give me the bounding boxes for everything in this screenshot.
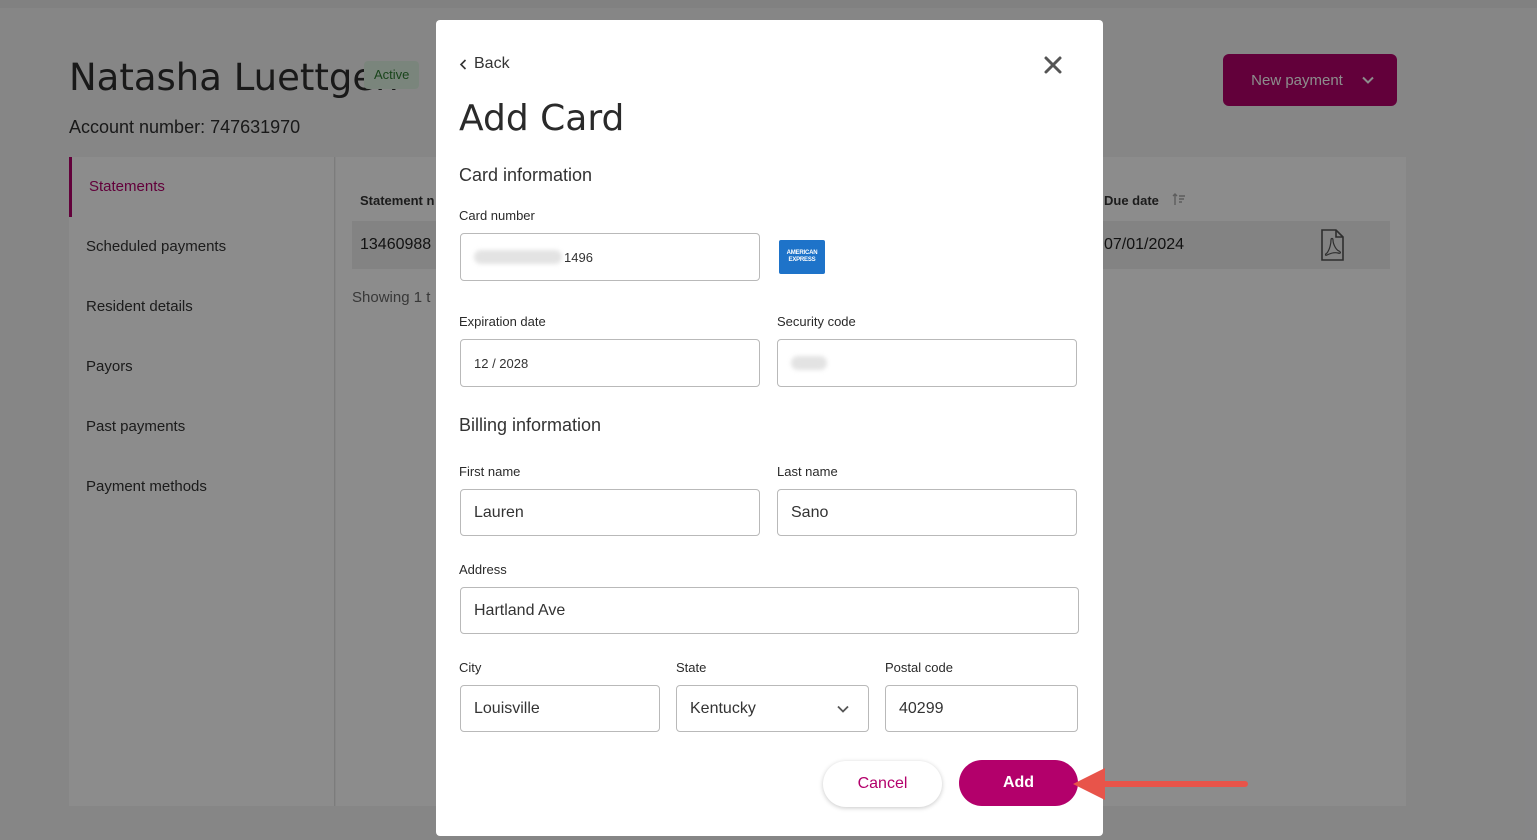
- expiration-date-value: 12 / 2028: [474, 355, 529, 371]
- card-number-label: Card number: [459, 208, 535, 223]
- postal-code-value: 40299: [899, 699, 944, 717]
- first-name-field[interactable]: Lauren: [460, 489, 760, 536]
- chevron-down-icon: [837, 705, 849, 713]
- add-button[interactable]: Add: [959, 760, 1078, 806]
- state-value: Kentucky: [690, 699, 756, 717]
- address-label: Address: [459, 562, 507, 577]
- billing-information-heading: Billing information: [459, 415, 602, 435]
- city-value: Louisville: [474, 699, 540, 717]
- postal-code-field[interactable]: 40299: [885, 685, 1078, 732]
- chevron-left-icon: [459, 58, 467, 70]
- back-link[interactable]: Back: [459, 55, 510, 73]
- card-number-field[interactable]: 1496: [460, 233, 760, 281]
- back-label: Back: [474, 55, 510, 72]
- last-name-label: Last name: [777, 464, 838, 479]
- expiration-date-label: Expiration date: [459, 314, 546, 329]
- annotation-arrow: [1073, 768, 1248, 800]
- first-name-value: Lauren: [474, 503, 524, 521]
- postal-code-label: Postal code: [885, 660, 953, 675]
- address-field[interactable]: Hartland Ave: [460, 587, 1079, 634]
- city-label: City: [459, 660, 482, 675]
- masked-digits: [474, 250, 562, 264]
- state-label: State: [676, 660, 707, 675]
- city-field[interactable]: Louisville: [460, 685, 660, 732]
- amex-card-icon: AMERICAN EXPRESS: [779, 240, 825, 274]
- first-name-label: First name: [459, 464, 521, 479]
- add-card-modal: Back Add Card Card information Card numb…: [436, 20, 1103, 836]
- last-name-value: Sano: [791, 503, 829, 521]
- masked-security-code: [791, 356, 827, 370]
- state-select[interactable]: Kentucky: [676, 685, 869, 732]
- last-name-field[interactable]: Sano: [777, 489, 1077, 536]
- security-code-field[interactable]: [777, 339, 1077, 387]
- modal-title: Add Card: [459, 98, 625, 139]
- address-value: Hartland Ave: [474, 601, 566, 619]
- card-number-last4: 1496: [564, 249, 593, 265]
- card-information-heading: Card information: [459, 165, 593, 185]
- expiration-date-field[interactable]: 12 / 2028: [460, 339, 760, 387]
- close-icon[interactable]: [1042, 54, 1064, 76]
- security-code-label: Security code: [777, 314, 856, 329]
- cancel-button[interactable]: Cancel: [823, 761, 942, 807]
